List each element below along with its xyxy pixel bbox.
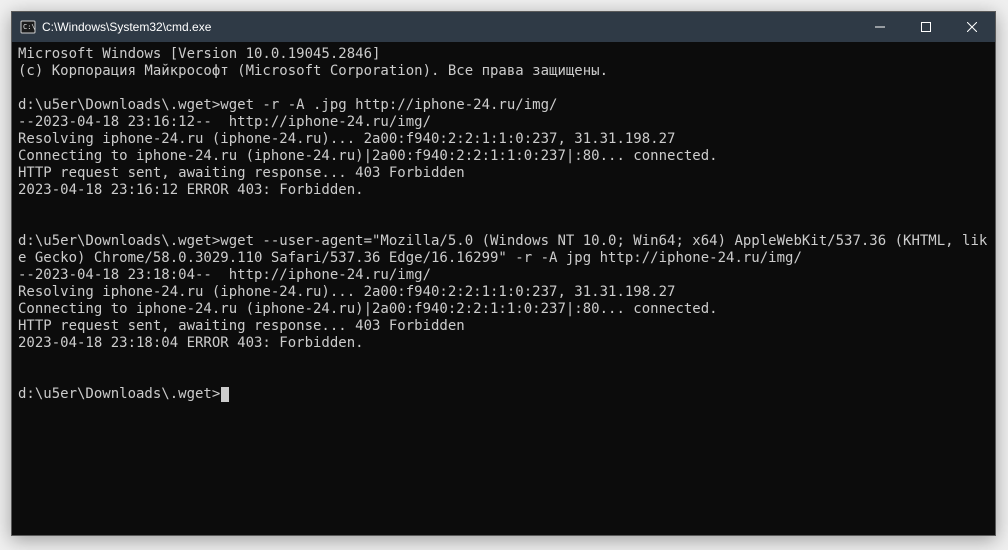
terminal-line — [18, 369, 989, 386]
minimize-button[interactable] — [857, 12, 903, 42]
maximize-button[interactable] — [903, 12, 949, 42]
terminal-line: 2023-04-18 23:16:12 ERROR 403: Forbidden… — [18, 182, 989, 199]
terminal-line: --2023-04-18 23:16:12-- http://iphone-24… — [18, 114, 989, 131]
terminal-line: HTTP request sent, awaiting response... … — [18, 165, 989, 182]
terminal-line — [18, 80, 989, 97]
terminal-line: d:\u5er\Downloads\.wget> — [18, 386, 989, 403]
terminal-line — [18, 216, 989, 233]
terminal-line — [18, 352, 989, 369]
terminal-line: Microsoft Windows [Version 10.0.19045.28… — [18, 46, 989, 63]
terminal-line: 2023-04-18 23:18:04 ERROR 403: Forbidden… — [18, 335, 989, 352]
terminal-line — [18, 199, 989, 216]
terminal-line: Resolving iphone-24.ru (iphone-24.ru)...… — [18, 131, 989, 148]
window-title: C:\Windows\System32\cmd.exe — [42, 20, 211, 34]
terminal-line: d:\u5er\Downloads\.wget>wget --user-agen… — [18, 233, 989, 267]
terminal-line: d:\u5er\Downloads\.wget>wget -r -A .jpg … — [18, 97, 989, 114]
cmd-window: C:\ C:\Windows\System32\cmd.exe Microsof… — [11, 11, 996, 536]
terminal-cursor — [221, 387, 229, 402]
cmd-app-icon: C:\ — [20, 19, 36, 35]
terminal-line: Resolving iphone-24.ru (iphone-24.ru)...… — [18, 284, 989, 301]
terminal-line: --2023-04-18 23:18:04-- http://iphone-24… — [18, 267, 989, 284]
close-button[interactable] — [949, 12, 995, 42]
terminal-output[interactable]: Microsoft Windows [Version 10.0.19045.28… — [12, 42, 995, 535]
terminal-line: (c) Корпорация Майкрософт (Microsoft Cor… — [18, 63, 989, 80]
terminal-line: Connecting to iphone-24.ru (iphone-24.ru… — [18, 148, 989, 165]
terminal-line: HTTP request sent, awaiting response... … — [18, 318, 989, 335]
titlebar[interactable]: C:\ C:\Windows\System32\cmd.exe — [12, 12, 995, 42]
terminal-line: Connecting to iphone-24.ru (iphone-24.ru… — [18, 301, 989, 318]
svg-text:C:\: C:\ — [23, 23, 36, 31]
